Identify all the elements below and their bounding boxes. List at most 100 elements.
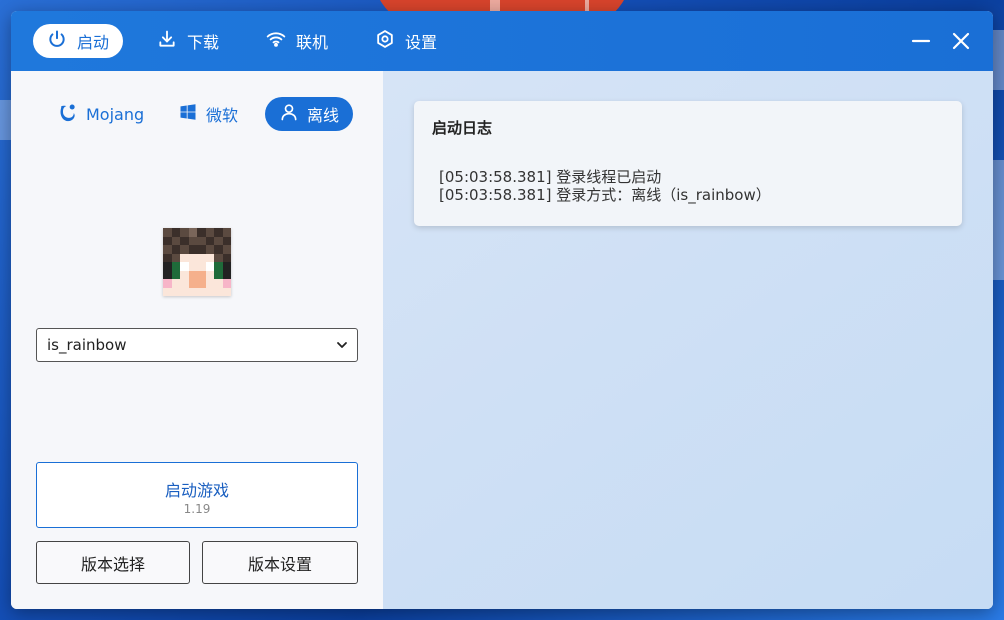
power-icon <box>47 29 67 53</box>
launch-game-label: 启动游戏 <box>164 481 229 500</box>
avatar-pixel <box>163 253 172 262</box>
avatar-pixel <box>188 228 197 237</box>
launch-version-label: 1.19 <box>183 502 211 516</box>
avatar-pixel <box>197 245 206 254</box>
wallpaper-stripe <box>585 0 589 11</box>
avatar-pixel <box>222 228 231 237</box>
nav-multiplayer[interactable]: 联机 <box>252 24 342 58</box>
wifi-icon <box>266 29 286 53</box>
avatar-pixel <box>171 236 180 245</box>
user-select-value: is_rainbow <box>47 336 127 354</box>
avatar-pixel <box>171 270 180 279</box>
avatar <box>163 228 231 296</box>
mojang-icon <box>58 102 78 126</box>
avatar-pixel <box>205 287 214 296</box>
avatar-pixel <box>214 245 223 254</box>
version-settings-button[interactable]: 版本设置 <box>202 541 358 584</box>
user-select[interactable]: is_rainbow <box>36 328 358 362</box>
avatar-pixel <box>214 253 223 262</box>
log-line: [05:03:58.381] 登录方式：离线（is_rainbow） <box>439 186 771 204</box>
minimize-icon <box>909 38 933 57</box>
avatar-pixel <box>205 245 214 254</box>
close-button[interactable] <box>949 29 973 53</box>
avatar-pixel <box>188 253 197 262</box>
nav-settings-label: 设置 <box>405 33 438 52</box>
nav-launch[interactable]: 启动 <box>33 24 124 58</box>
user-icon <box>279 102 299 126</box>
avatar-pixel <box>205 279 214 288</box>
wallpaper-stripe <box>0 100 11 140</box>
avatar-pixel <box>214 270 223 279</box>
avatar-pixel <box>222 287 231 296</box>
avatar-pixel <box>188 245 197 254</box>
avatar-pixel <box>205 236 214 245</box>
avatar-pixel <box>205 253 214 262</box>
avatar-pixel <box>197 270 206 279</box>
nav-settings[interactable]: 设置 <box>361 24 451 58</box>
avatar-pixel <box>171 245 180 254</box>
version-select-button[interactable]: 版本选择 <box>36 541 190 584</box>
avatar-pixel <box>163 236 172 245</box>
download-icon <box>157 29 177 53</box>
log-line: [05:03:58.381] 登录线程已启动 <box>439 168 662 186</box>
avatar-pixel <box>163 245 172 254</box>
avatar-pixel <box>214 287 223 296</box>
avatar-pixel <box>197 262 206 271</box>
windows-icon <box>178 102 198 126</box>
avatar-pixel <box>180 236 189 245</box>
avatar-pixel <box>197 279 206 288</box>
avatar-pixel <box>214 228 223 237</box>
minimize-button[interactable] <box>909 29 933 53</box>
avatar-pixel <box>197 287 206 296</box>
avatar-pixel <box>180 262 189 271</box>
avatar-pixel <box>197 228 206 237</box>
avatar-pixel <box>222 236 231 245</box>
avatar-pixel <box>205 228 214 237</box>
avatar-pixel <box>171 262 180 271</box>
tab-microsoft-label: 微软 <box>206 106 239 125</box>
tab-microsoft[interactable]: 微软 <box>164 97 252 131</box>
account-panel: Mojang 微软 离线 is_rainbow 启动游戏 1.19 版本选择 版… <box>11 71 383 609</box>
avatar-pixel <box>214 262 223 271</box>
avatar-pixel <box>171 253 180 262</box>
wallpaper-stripe <box>490 0 500 11</box>
avatar-pixel <box>188 262 197 271</box>
avatar-pixel <box>163 287 172 296</box>
avatar-pixel <box>180 253 189 262</box>
avatar-pixel <box>188 279 197 288</box>
avatar-pixel <box>188 270 197 279</box>
avatar-pixel <box>180 228 189 237</box>
avatar-pixel <box>171 279 180 288</box>
avatar-pixel <box>180 279 189 288</box>
nav-launch-label: 启动 <box>77 33 110 52</box>
avatar-pixel <box>188 236 197 245</box>
nav-download[interactable]: 下载 <box>143 24 233 58</box>
avatar-pixel <box>222 270 231 279</box>
avatar-pixel <box>222 253 231 262</box>
avatar-pixel <box>197 236 206 245</box>
avatar-pixel <box>163 228 172 237</box>
avatar-pixel <box>180 287 189 296</box>
gear-icon <box>375 29 395 53</box>
launch-log-card: 启动日志 [05:03:58.381] 登录线程已启动 [05:03:58.38… <box>414 101 962 226</box>
avatar-pixel <box>222 245 231 254</box>
avatar-pixel <box>180 270 189 279</box>
launch-log-title: 启动日志 <box>432 119 493 137</box>
launch-game-button[interactable]: 启动游戏 1.19 <box>36 462 358 528</box>
avatar-pixel <box>222 279 231 288</box>
avatar-pixel <box>205 262 214 271</box>
nav-download-label: 下载 <box>187 33 220 52</box>
avatar-pixel <box>171 287 180 296</box>
tab-offline[interactable]: 离线 <box>265 97 354 131</box>
launcher-window: 启动 下载 联机 设置 Mojang 微软 离线 is_rainbow 启动游戏… <box>11 11 993 609</box>
avatar-pixel <box>180 245 189 254</box>
tab-offline-label: 离线 <box>307 106 340 125</box>
avatar-pixel <box>222 262 231 271</box>
tab-mojang[interactable]: Mojang <box>44 97 158 131</box>
avatar-pixel <box>163 270 172 279</box>
avatar-pixel <box>163 279 172 288</box>
wallpaper-stripe <box>993 160 1004 280</box>
avatar-pixel <box>163 262 172 271</box>
title-bar: 启动 下载 联机 设置 <box>11 11 993 71</box>
nav-multiplayer-label: 联机 <box>296 33 329 52</box>
